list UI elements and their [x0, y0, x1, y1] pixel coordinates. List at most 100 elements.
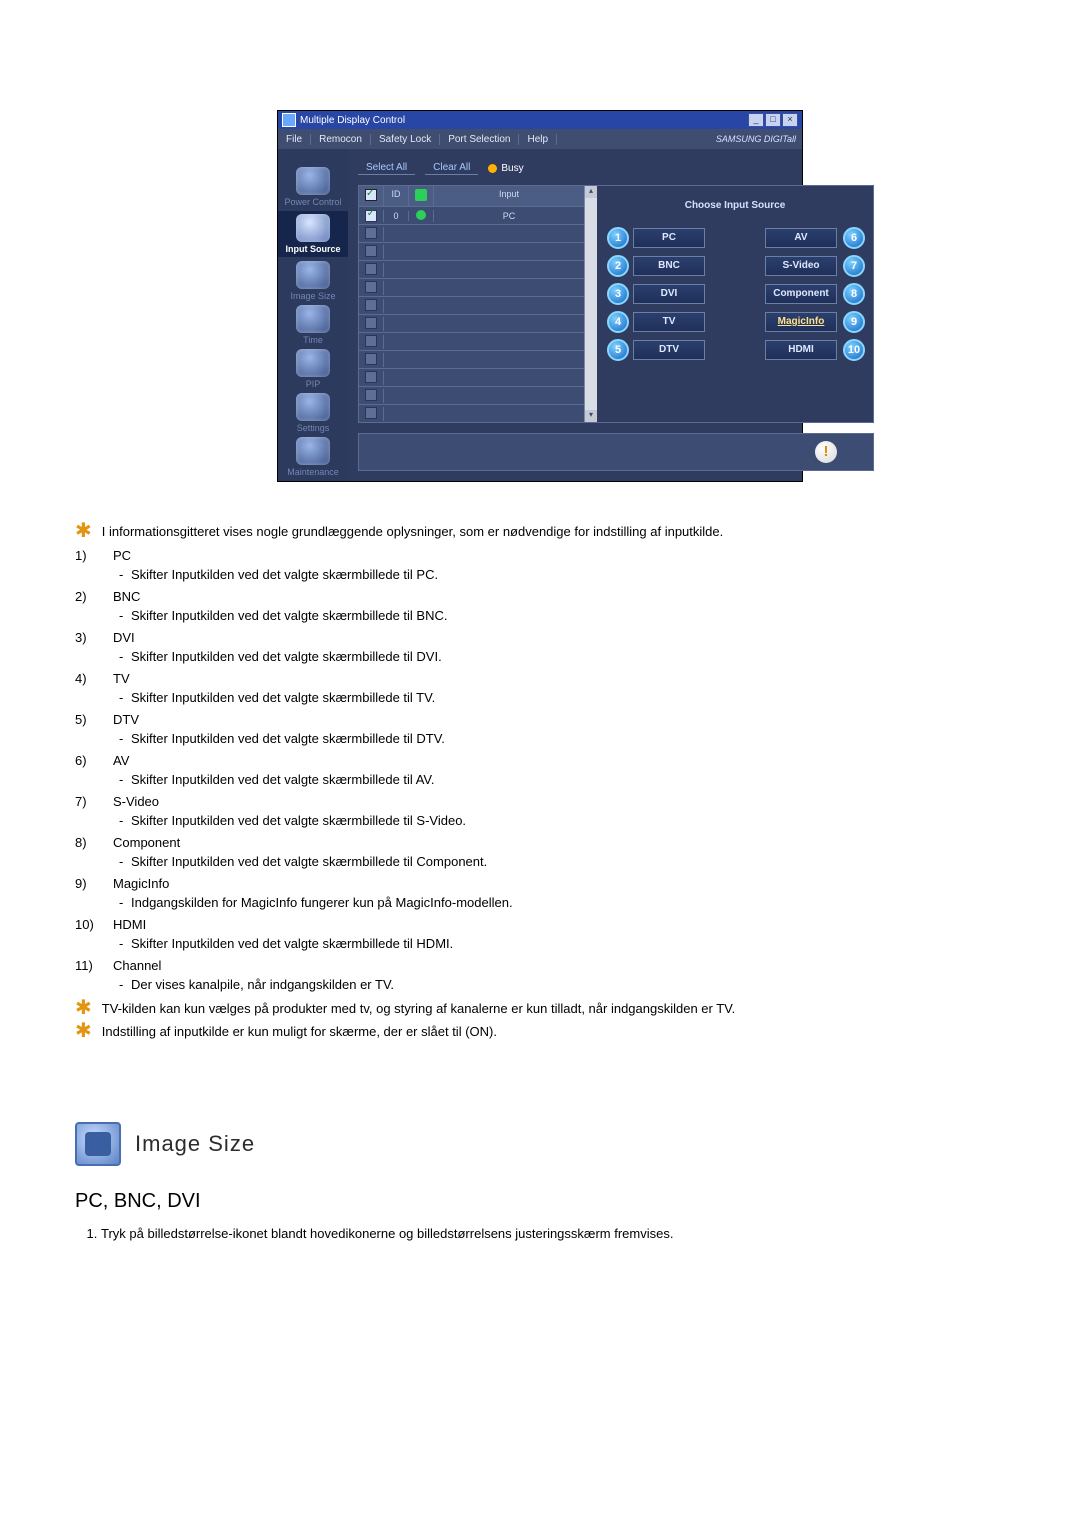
note-text: TV-kilden kan kun vælges på produkter me…: [102, 999, 736, 1019]
item-title: AV: [113, 751, 1005, 771]
grid-row-empty[interactable]: [359, 260, 584, 278]
scroll-up-icon[interactable]: ▴: [585, 186, 597, 198]
grid-row-empty[interactable]: [359, 296, 584, 314]
menu-file[interactable]: File: [278, 134, 311, 145]
grid-row-empty[interactable]: [359, 332, 584, 350]
grid-row[interactable]: 0 PC: [359, 206, 584, 224]
row-checkbox[interactable]: [365, 210, 377, 222]
intro-text: I informationsgitteret vises nogle grund…: [102, 522, 723, 542]
input-source-panel: Choose Input Source 1PCAV62BNCS-Video73D…: [597, 186, 873, 422]
grid-row-empty[interactable]: [359, 242, 584, 260]
row-checkbox[interactable]: [365, 371, 377, 383]
item-body: MagicInfoIndgangskilden for MagicInfo fu…: [113, 874, 1005, 913]
sidebar-item-settings[interactable]: Settings: [278, 393, 348, 433]
grid-row-empty[interactable]: [359, 350, 584, 368]
item-number: 9): [75, 874, 109, 894]
source-button-magicinfo[interactable]: MagicInfo: [765, 312, 837, 332]
list-item: 4)TVSkifter Inputkilden ved det valgte s…: [75, 669, 1005, 708]
grid-header: ID Input: [359, 186, 584, 206]
row-checkbox[interactable]: [365, 389, 377, 401]
item-number: 10): [75, 915, 109, 935]
sidebar-item-input-source[interactable]: Input Source: [278, 211, 348, 257]
grid-row-empty[interactable]: [359, 314, 584, 332]
item-body: HDMISkifter Inputkilden ved det valgte s…: [113, 915, 1005, 954]
source-button-dtv[interactable]: DTV: [633, 340, 705, 360]
grid-row-empty[interactable]: [359, 224, 584, 242]
sidebar-item-power-control[interactable]: Power Control: [278, 167, 348, 207]
row-checkbox[interactable]: [365, 227, 377, 239]
grid-row-empty[interactable]: [359, 404, 584, 422]
callout-badge: 6: [843, 227, 865, 249]
callout-badge: 5: [607, 339, 629, 361]
list-item: 10)HDMISkifter Inputkilden ved det valgt…: [75, 915, 1005, 954]
menu-port-selection[interactable]: Port Selection: [440, 134, 519, 145]
sidebar-item-time[interactable]: Time: [278, 305, 348, 345]
grid-scrollbar[interactable]: ▴ ▾: [584, 186, 597, 422]
list-item: 2)BNCSkifter Inputkilden ved det valgte …: [75, 587, 1005, 626]
clear-all-button[interactable]: Clear All: [425, 161, 478, 175]
list-item: 1)PCSkifter Inputkilden ved det valgte s…: [75, 546, 1005, 585]
busy-indicator: Busy: [488, 163, 523, 174]
row-checkbox[interactable]: [365, 317, 377, 329]
source-button-hdmi[interactable]: HDMI: [765, 340, 837, 360]
source-button-bnc[interactable]: BNC: [633, 256, 705, 276]
callout-badge: 9: [843, 311, 865, 333]
app-icon: [282, 113, 296, 127]
source-button-s-video[interactable]: S-Video: [765, 256, 837, 276]
item-desc: Der vises kanalpile, når indgangskilden …: [113, 975, 1005, 995]
item-body: BNCSkifter Inputkilden ved det valgte sk…: [113, 587, 1005, 626]
sidebar-label: Time: [278, 335, 348, 345]
callout-badge: 4: [607, 311, 629, 333]
sidebar-item-maintenance[interactable]: Maintenance: [278, 437, 348, 477]
row-checkbox[interactable]: [365, 407, 377, 419]
item-number: 4): [75, 669, 109, 689]
row-checkbox[interactable]: [365, 263, 377, 275]
source-button-av[interactable]: AV: [765, 228, 837, 248]
header-id: ID: [384, 186, 409, 206]
callout-badge: 1: [607, 227, 629, 249]
item-title: Component: [113, 833, 1005, 853]
select-all-button[interactable]: Select All: [358, 161, 415, 175]
minimize-button[interactable]: _: [748, 113, 764, 127]
source-button-dvi[interactable]: DVI: [633, 284, 705, 304]
source-button-component[interactable]: Component: [765, 284, 837, 304]
row-checkbox[interactable]: [365, 245, 377, 257]
sidebar-item-image-size[interactable]: Image Size: [278, 261, 348, 301]
header-checkbox[interactable]: [359, 186, 384, 206]
item-body: DVISkifter Inputkilden ved det valgte sk…: [113, 628, 1005, 667]
time-icon: [296, 305, 330, 333]
info-icon[interactable]: !: [815, 441, 837, 463]
item-title: DVI: [113, 628, 1005, 648]
info-bar: !: [358, 433, 874, 471]
list-item: 8)ComponentSkifter Inputkilden ved det v…: [75, 833, 1005, 872]
menu-safety-lock[interactable]: Safety Lock: [371, 134, 440, 145]
display-grid: ID Input 0 PC: [359, 186, 584, 422]
grid-row-empty[interactable]: [359, 368, 584, 386]
source-button-pc[interactable]: PC: [633, 228, 705, 248]
row-checkbox[interactable]: [365, 353, 377, 365]
scroll-down-icon[interactable]: ▾: [585, 410, 597, 422]
grid-row-empty[interactable]: [359, 386, 584, 404]
row-checkbox[interactable]: [365, 281, 377, 293]
note-2: ✱ Indstilling af inputkilde er kun mulig…: [75, 1022, 1005, 1042]
input-source-icon: [296, 214, 330, 242]
close-button[interactable]: ×: [782, 113, 798, 127]
source-button-tv[interactable]: TV: [633, 312, 705, 332]
callout-badge: 3: [607, 283, 629, 305]
section-title: Image Size: [135, 1127, 255, 1160]
maximize-button[interactable]: □: [765, 113, 781, 127]
row-checkbox[interactable]: [365, 335, 377, 347]
menu-remocon[interactable]: Remocon: [311, 134, 371, 145]
menu-help[interactable]: Help: [519, 134, 557, 145]
sidebar-label: Input Source: [278, 244, 348, 254]
item-number: 6): [75, 751, 109, 771]
window-title: Multiple Display Control: [300, 115, 405, 126]
subheading: PC, BNC, DVI: [75, 1186, 1005, 1216]
row-checkbox[interactable]: [365, 299, 377, 311]
list-item: 11)ChannelDer vises kanalpile, når indga…: [75, 956, 1005, 995]
star-icon: ✱: [75, 524, 92, 538]
header-status: [409, 186, 434, 206]
grid-row-empty[interactable]: [359, 278, 584, 296]
sidebar-item-pip[interactable]: PIP: [278, 349, 348, 389]
app-window: Multiple Display Control _ □ × File Remo…: [277, 110, 803, 482]
